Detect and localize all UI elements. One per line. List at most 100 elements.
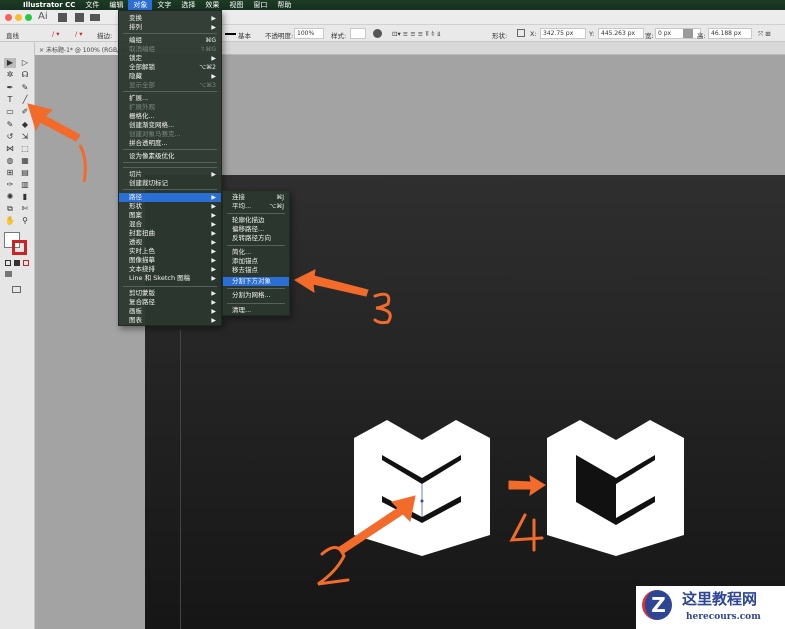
arrow-3 <box>293 269 369 297</box>
submenu-arrow-icon: ▶ <box>211 239 216 246</box>
object-menu: 变换 ▶ 排列 ▶ 编组 ⌘G 取消编组 ⇧⌘G 锁定 ▶ 全部解锁 ⌥⌘2 隐藏 ▶ 显示全部 ⌥⌘3 扩展.… <box>118 10 222 326</box>
menu-item[interactable]: 编组 ⌘G <box>119 36 221 45</box>
menu-item[interactable]: 扩展... <box>119 94 221 103</box>
menu-separator <box>227 213 285 214</box>
menu-item: 扩展外观 <box>119 103 221 112</box>
menu-item[interactable]: 简化... <box>223 248 289 257</box>
menu-item[interactable]: 图像描摹 ▶ <box>119 256 221 265</box>
menu-item[interactable]: 切片 ▶ <box>119 170 221 179</box>
menu-item-label: 显示全部 <box>129 81 155 89</box>
menu-item[interactable]: 拼合透明度... <box>119 139 221 148</box>
menu-item: 显示全部 ⌥⌘3 <box>119 81 221 90</box>
shortcut: ⇧⌘G <box>200 46 216 53</box>
menu-item[interactable]: Line 和 Sketch 图稿 ▶ <box>119 274 221 283</box>
menu-item[interactable]: 锁定 ▶ <box>119 54 221 63</box>
submenu-arrow-icon: ▶ <box>211 194 216 201</box>
menu-item-label: 分割为网格... <box>232 291 271 299</box>
menu-item[interactable]: 清理... <box>223 306 289 315</box>
menu-item[interactable]: 隐藏 ▶ <box>119 72 221 81</box>
menu-separator <box>227 245 285 246</box>
menu-item[interactable]: 剪切蒙版 ▶ <box>119 289 221 298</box>
submenu-arrow-icon: ▶ <box>211 15 216 22</box>
menu-item[interactable]: 平均... ⌥⌘J <box>223 202 289 211</box>
menu-item[interactable]: 封套扭曲 ▶ <box>119 229 221 238</box>
submenu-arrow-icon: ▶ <box>211 275 216 282</box>
menu-separator <box>227 288 285 289</box>
menu-item-label: 复合路径 <box>129 298 155 306</box>
logo-after[interactable] <box>547 420 684 556</box>
menu-item[interactable]: 实时上色 ▶ <box>119 247 221 256</box>
menu-item-label: 取消编组 <box>129 45 155 53</box>
menu-item[interactable]: 混合 ▶ <box>119 220 221 229</box>
menu-item-label: 简化... <box>232 248 252 256</box>
menu-item-label: 画板 <box>129 307 142 315</box>
menu-item-label: 图表 <box>129 316 142 324</box>
menu-item-label: 透视 <box>129 238 142 246</box>
menu-item-label: 轮廓化描边 <box>232 216 265 224</box>
menu-item-label: 添加锚点 <box>232 257 258 265</box>
shortcut: ⌥⌘3 <box>199 82 216 89</box>
menu-item[interactable]: 轮廓化描边 <box>223 216 289 225</box>
submenu-arrow-icon: ▶ <box>211 212 216 219</box>
menu-item-label: 图像描摹 <box>129 256 155 264</box>
logo-before[interactable] <box>354 420 490 556</box>
menu-item[interactable]: 分割为网格... <box>223 291 289 300</box>
menu-item-label: 创建裁切标记 <box>129 179 168 187</box>
menu-item-label: 创建对象马赛克... <box>129 130 181 138</box>
menu-item[interactable]: 栅格化... <box>119 112 221 121</box>
menu-item[interactable]: 透视 ▶ <box>119 238 221 247</box>
menu-item[interactable]: 反转路径方向 <box>223 234 289 243</box>
menu-item-label: 排列 <box>129 23 142 31</box>
menu-item-label: 创建渐变网格... <box>129 121 175 129</box>
watermark-title: 这里教程网 <box>682 590 758 608</box>
menu-item: 创建对象马赛克... <box>119 130 221 139</box>
shortcut: ⌘J <box>276 194 284 201</box>
menu-item[interactable]: 移去锚点 <box>223 266 289 275</box>
submenu-arrow-icon: ▶ <box>211 266 216 273</box>
submenu-arrow-icon: ▶ <box>211 299 216 306</box>
menu-item[interactable]: 分割下方对象 <box>223 277 289 286</box>
menu-item-label: 混合 <box>129 220 142 228</box>
menu-item-label: 图案 <box>129 211 142 219</box>
menu-item-label: 偏移路径... <box>232 225 265 233</box>
arrow-1 <box>27 103 81 142</box>
watermark-url: herecours.com <box>686 612 761 622</box>
menu-item-label: 连接 <box>232 193 245 201</box>
menu-item[interactable]: 排列 ▶ <box>119 23 221 32</box>
menu-item[interactable]: 图表 ▶ <box>119 316 221 325</box>
number-2 <box>317 546 350 586</box>
menu-separator <box>123 162 217 163</box>
menu-item-label: 封套扭曲 <box>129 229 155 237</box>
menu-separator <box>123 149 217 150</box>
menu-item[interactable]: 偏移路径... <box>223 225 289 234</box>
menu-item-label: 平均... <box>232 202 252 210</box>
menu-item[interactable]: 连接 ⌘J <box>223 193 289 202</box>
menu-item-label: 反转路径方向 <box>232 234 271 242</box>
submenu-arrow-icon: ▶ <box>211 73 216 80</box>
menu-item[interactable]: 路径 ▶ <box>119 193 221 202</box>
submenu-arrow-icon: ▶ <box>211 171 216 178</box>
menu-item[interactable]: 全部解锁 ⌥⌘2 <box>119 63 221 72</box>
menu-item[interactable]: 变换 ▶ <box>119 14 221 23</box>
submenu-arrow-icon: ▶ <box>211 24 216 31</box>
menu-item[interactable]: 设为像素级优化 <box>119 152 221 161</box>
submenu-arrow-icon: ▶ <box>211 248 216 255</box>
menu-item[interactable]: 创建渐变网格... <box>119 121 221 130</box>
menu-item-label: 扩展外观 <box>129 103 155 111</box>
menu-item[interactable]: 创建裁切标记 <box>119 179 221 188</box>
submenu-arrow-icon: ▶ <box>211 203 216 210</box>
number-4 <box>509 513 544 552</box>
submenu-arrow-icon: ▶ <box>211 55 216 62</box>
menu-item[interactable]: 画板 ▶ <box>119 307 221 316</box>
menu-item-label: 隐藏 <box>129 72 142 80</box>
menu-item-label: 全部解锁 <box>129 63 155 71</box>
menu-item[interactable]: 复合路径 ▶ <box>119 298 221 307</box>
menu-item[interactable]: 文本绕排 ▶ <box>119 265 221 274</box>
menu-item-label: Line 和 Sketch 图稿 <box>129 274 191 282</box>
menu-item[interactable]: 添加锚点 <box>223 257 289 266</box>
menu-item-label: 变换 <box>129 14 142 22</box>
menu-item[interactable]: 形状 ▶ <box>119 202 221 211</box>
menu-separator <box>123 91 217 92</box>
menu-item[interactable]: 图案 ▶ <box>119 211 221 220</box>
submenu-arrow-icon: ▶ <box>211 221 216 228</box>
